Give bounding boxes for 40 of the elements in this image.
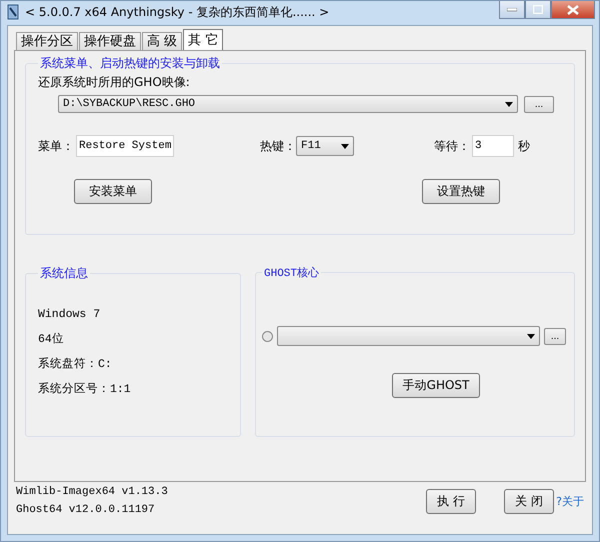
info-text: 系统分区号：1:1 <box>38 381 132 396</box>
footer-button[interactable]: 关 闭 <box>504 488 554 514</box>
group-title: GHOST核心 <box>263 266 320 280</box>
info-text: 系统盘符：C: <box>38 356 113 371</box>
field-label: 等待： <box>434 138 470 154</box>
tab[interactable]: 操作硬盘 <box>79 32 141 50</box>
close-button[interactable] <box>551 1 595 19</box>
tab[interactable]: 其 它 <box>183 29 224 50</box>
browse-button[interactable]: ... <box>544 328 566 344</box>
manual-ghost-button[interactable]: 手动GHOST <box>392 373 480 398</box>
image-dropdown[interactable]: D:\SYBACKUP\RESC.GHO <box>58 95 518 113</box>
hotkey-dropdown[interactable]: F11 <box>296 136 354 156</box>
version-text: Ghost64 v12.0.0.11197 <box>16 504 156 516</box>
field-label: 还原系统时所用的GHO映像: <box>38 74 191 91</box>
group-title: 系统信息 <box>39 265 89 282</box>
footer-button[interactable]: 执 行 <box>426 488 476 514</box>
field-label: 菜单： <box>38 138 74 154</box>
menu-field[interactable]: Restore System <box>76 135 174 157</box>
tab[interactable]: 操作分区 <box>16 32 78 50</box>
window-title: < 5.0.0.7 x64 Anythingsky - 复杂的东西简单化...... > <box>25 4 330 20</box>
wait-field[interactable]: 3 <box>472 135 514 157</box>
set-hotkey-button[interactable]: 设置热键 <box>422 179 500 204</box>
minimize-button[interactable] <box>499 1 525 19</box>
field-label: 热键： <box>260 138 296 154</box>
unit-label: 秒 <box>518 138 530 154</box>
maximize-button[interactable] <box>525 1 551 19</box>
about-link[interactable]: ?关于 <box>556 494 584 508</box>
install-menu-button[interactable]: 安装菜单 <box>74 179 152 204</box>
radio-button[interactable] <box>262 330 273 342</box>
info-text: Windows 7 <box>38 308 102 321</box>
tab[interactable]: 高 级 <box>142 32 182 50</box>
close-icon <box>567 4 579 14</box>
minimize-icon <box>507 8 517 12</box>
browse-button[interactable]: ... <box>524 96 554 112</box>
app-icon <box>7 4 19 20</box>
info-text: 64位 <box>38 332 65 346</box>
version-text: Wimlib-Imagex64 v1.13.3 <box>16 486 168 498</box>
group-title: 系统菜单、启动热键的安装与卸载 <box>39 55 221 72</box>
ghost-dropdown[interactable] <box>277 326 540 346</box>
maximize-icon <box>533 5 543 14</box>
